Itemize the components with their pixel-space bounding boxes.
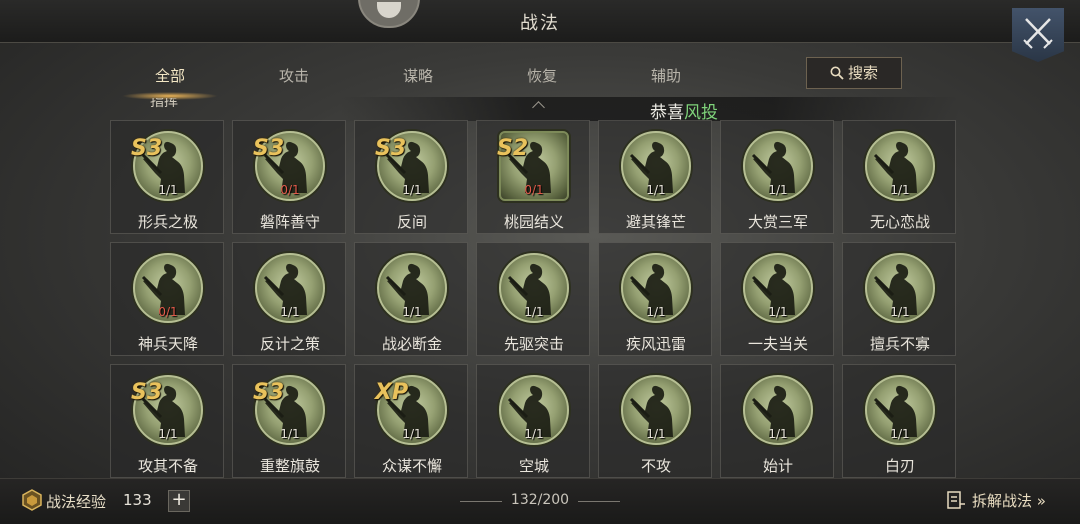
tactic-count: 1/1 xyxy=(280,427,300,441)
tactic-card[interactable]: 1/1 疾风迅雷 xyxy=(598,242,712,356)
tactic-count: 0/1 xyxy=(280,183,300,197)
tactic-count: 1/1 xyxy=(402,183,422,197)
tactic-level-badge: S3 xyxy=(375,136,407,161)
tactic-level-badge: S3 xyxy=(253,380,285,405)
decompose-button[interactable]: 拆解战法 » xyxy=(946,490,1046,512)
tactic-card[interactable]: S3 0/1 磐阵善守 xyxy=(232,120,346,234)
tactic-name: 空城 xyxy=(518,457,549,475)
tactic-card[interactable]: 1/1 战必断金 xyxy=(354,242,468,356)
tactic-card[interactable]: S3 1/1 形兵之极 xyxy=(110,120,224,234)
tactic-card[interactable]: 1/1 始计 xyxy=(720,364,834,478)
tactic-card[interactable]: S3 1/1 重整旗鼓 xyxy=(232,364,346,478)
tactic-count: 1/1 xyxy=(524,305,544,319)
tactic-name: 反间 xyxy=(396,213,427,231)
tactic-name: 白刃 xyxy=(884,457,915,475)
tactic-card[interactable]: 1/1 反计之策 xyxy=(232,242,346,356)
decompose-label: 拆解战法 » xyxy=(972,492,1046,510)
clipped-header-text: 指挥 xyxy=(150,98,178,110)
tactic-card[interactable]: S2 0/1 桃园结义 xyxy=(476,120,590,234)
tab-strategy[interactable]: 谋略 xyxy=(356,58,480,94)
tab-support[interactable]: 辅助 xyxy=(604,58,728,94)
bottom-bar: 战法经验 133 + 132/200 拆解战法 » xyxy=(0,478,1080,524)
tactic-card[interactable]: 1/1 不攻 xyxy=(598,364,712,478)
tactic-grid: S3 1/1 形兵之极 S3 0/1 磐阵善守 S3 1/1 反间 S2 0/1 桃园结义 1/1 避其锋… xyxy=(110,120,956,482)
tactic-card[interactable]: S3 1/1 反间 xyxy=(354,120,468,234)
tactic-card[interactable]: 1/1 大赏三军 xyxy=(720,120,834,234)
tactic-name: 神兵天降 xyxy=(137,335,198,353)
tactic-name: 疾风迅雷 xyxy=(625,335,686,353)
crossed-swords-icon xyxy=(1023,18,1053,49)
tactic-count: 1/1 xyxy=(646,183,666,197)
tactic-card[interactable]: 0/1 神兵天降 xyxy=(110,242,224,356)
tactic-count: 1/1 xyxy=(280,305,300,319)
tab-recovery[interactable]: 恢复 xyxy=(480,58,604,94)
search-label: 搜索 xyxy=(847,64,878,82)
tactic-count: 1/1 xyxy=(890,183,910,197)
tactic-name: 不攻 xyxy=(640,457,671,475)
tactic-name: 始计 xyxy=(762,457,793,475)
tactic-count: 1/1 xyxy=(524,427,544,441)
tactic-name: 攻其不备 xyxy=(137,457,198,475)
tab-attack[interactable]: 攻击 xyxy=(232,58,356,94)
exp-label: 战法经验 xyxy=(46,493,107,511)
search-button[interactable]: 搜索 xyxy=(806,57,902,89)
page-title: 战法 xyxy=(520,13,560,34)
tactic-level-badge: S3 xyxy=(131,380,163,405)
tactic-name: 避其锋芒 xyxy=(625,213,686,231)
tactic-count: 1/1 xyxy=(890,427,910,441)
notice-banner: 恭喜风投 xyxy=(340,97,960,123)
tactic-count: 1/1 xyxy=(890,305,910,319)
tactic-count: 1/1 xyxy=(768,427,788,441)
tactic-name: 桃园结义 xyxy=(503,213,564,231)
tactic-card[interactable]: XP 1/1 众谋不懈 xyxy=(354,364,468,478)
tactic-count: 1/1 xyxy=(768,183,788,197)
tactic-level-badge: XP xyxy=(375,380,409,405)
tactic-card[interactable]: 1/1 空城 xyxy=(476,364,590,478)
tactic-name: 反计之策 xyxy=(259,335,320,353)
tactic-card[interactable]: 1/1 先驱突击 xyxy=(476,242,590,356)
tactic-name: 一夫当关 xyxy=(747,335,808,353)
tactic-name: 众谋不懈 xyxy=(381,457,442,475)
list-icon xyxy=(947,491,965,509)
tactic-name: 磐阵善守 xyxy=(259,213,320,231)
tactic-name: 擅兵不寡 xyxy=(869,335,930,353)
close-button[interactable] xyxy=(1012,8,1064,62)
tactic-count: 1/1 xyxy=(768,305,788,319)
tactic-count: 0/1 xyxy=(524,183,544,197)
tactic-name: 重整旗鼓 xyxy=(259,457,320,475)
category-tabs: 全部 攻击 谋略 恢复 辅助 xyxy=(108,58,748,100)
tactic-card[interactable]: 1/1 白刃 xyxy=(842,364,956,478)
tactic-card[interactable]: 1/1 避其锋芒 xyxy=(598,120,712,234)
search-icon xyxy=(830,66,844,80)
tactic-level-badge: S2 xyxy=(497,136,529,161)
tactic-name: 形兵之极 xyxy=(137,213,198,231)
tactic-card[interactable]: 1/1 无心恋战 xyxy=(842,120,956,234)
tactic-count: 1/1 xyxy=(646,305,666,319)
tactic-name: 大赏三军 xyxy=(747,213,808,231)
tactic-name: 战必断金 xyxy=(381,335,442,353)
exp-value: 133 xyxy=(123,491,152,509)
tactic-count: 1/1 xyxy=(158,183,178,197)
exp-badge-icon xyxy=(22,489,42,511)
tactic-level-badge: S3 xyxy=(253,136,285,161)
tactic-count: 1/1 xyxy=(646,427,666,441)
tactic-name: 先驱突击 xyxy=(503,335,564,353)
tactic-level-badge: S3 xyxy=(131,136,163,161)
tactic-count: 0/1 xyxy=(158,305,178,319)
tactic-card[interactable]: 1/1 一夫当关 xyxy=(720,242,834,356)
tactic-count: 1/1 xyxy=(158,427,178,441)
tab-all[interactable]: 全部 xyxy=(108,58,232,100)
tactic-count: 1/1 xyxy=(402,305,422,319)
top-bar: 战法 xyxy=(0,0,1080,43)
tactic-card[interactable]: S3 1/1 攻其不备 xyxy=(110,364,224,478)
tactic-capacity: 132/200 xyxy=(460,492,620,508)
tactic-card[interactable]: 1/1 擅兵不寡 xyxy=(842,242,956,356)
tactic-name: 无心恋战 xyxy=(869,213,930,231)
tactic-count: 1/1 xyxy=(402,427,422,441)
add-exp-button[interactable]: + xyxy=(168,490,190,512)
